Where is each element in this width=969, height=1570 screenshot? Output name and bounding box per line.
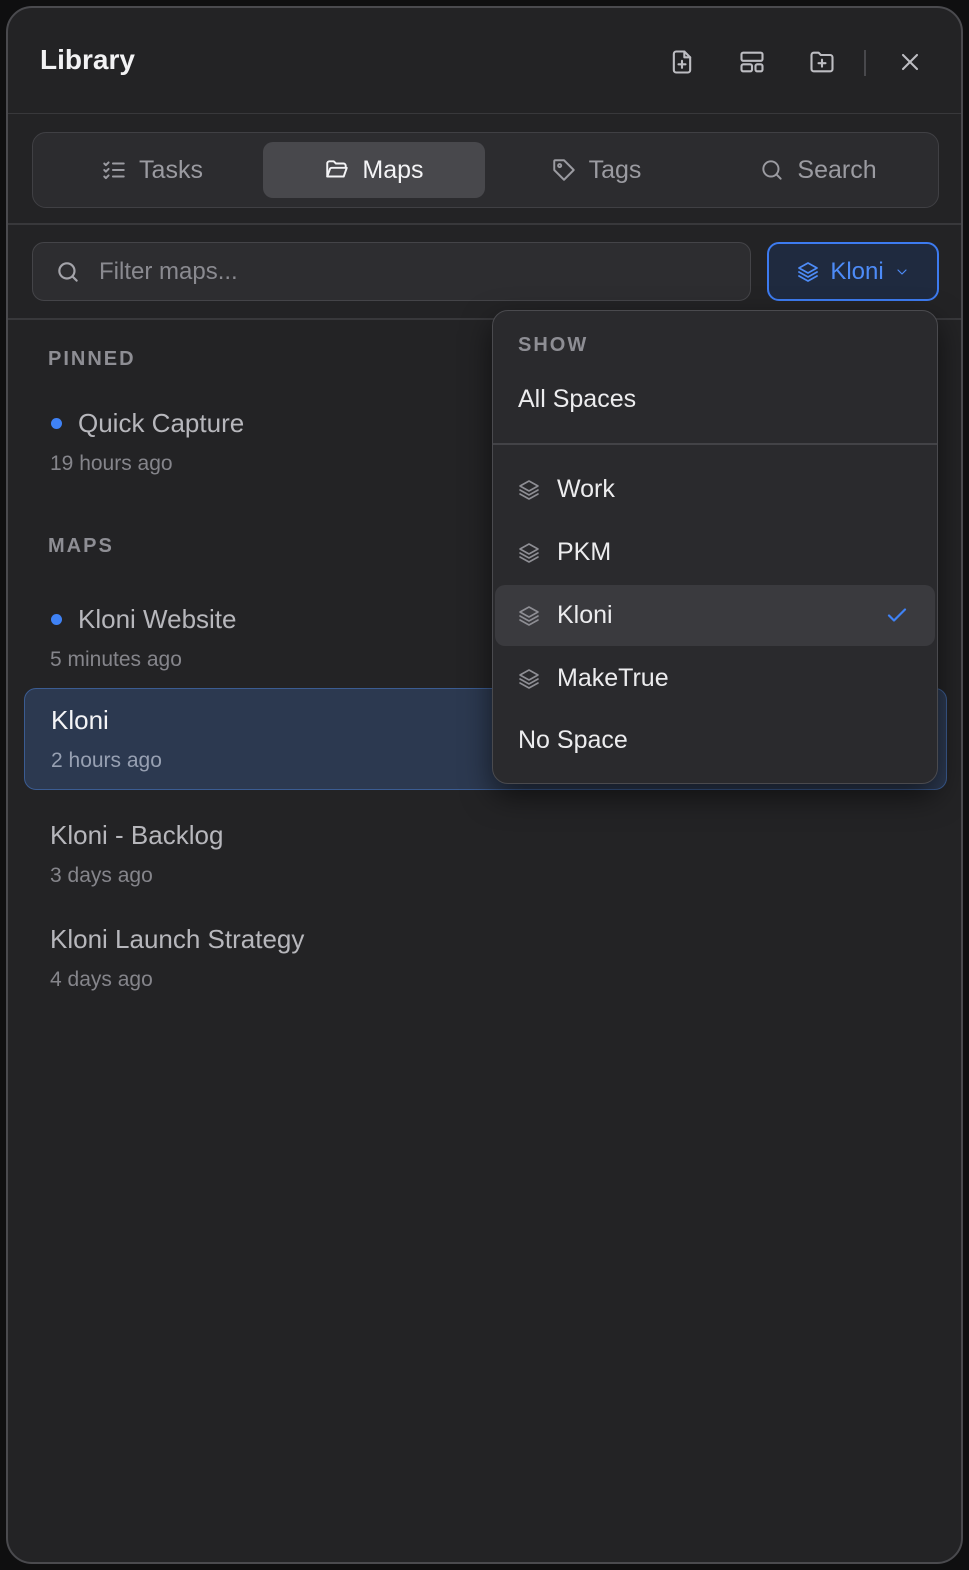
map-time: 4 days ago [50, 968, 153, 991]
tabs-divider [8, 223, 961, 225]
recent-dot [51, 418, 62, 429]
library-panel: Library Tasks Maps Tags Search Filter ma… [6, 6, 963, 1564]
space-option-kloni[interactable]: Kloni [495, 585, 935, 646]
map-time: 5 minutes ago [50, 648, 182, 671]
tab-tags[interactable]: Tags [485, 142, 707, 198]
new-folder-button[interactable] [804, 44, 840, 80]
tab-tasks[interactable]: Tasks [41, 142, 263, 198]
filter-maps-field [32, 242, 751, 301]
tab-search[interactable]: Search [707, 142, 929, 198]
dropdown-heading: SHOW [518, 334, 589, 356]
map-name: Kloni [51, 705, 109, 735]
layers-icon [798, 261, 819, 282]
tab-label: Search [797, 155, 877, 184]
space-option-label: Work [557, 475, 615, 503]
space-option-maketrue[interactable]: MakeTrue [495, 648, 935, 709]
search-icon [58, 261, 78, 282]
tab-label: Tags [588, 155, 642, 184]
space-option-pkm[interactable]: PKM [495, 522, 935, 583]
close-button[interactable] [892, 44, 928, 80]
new-map-button[interactable] [664, 44, 700, 80]
space-option-work[interactable]: Work [495, 459, 935, 520]
map-time: 3 days ago [50, 864, 153, 887]
pinned-heading: PINNED [48, 348, 136, 370]
list-item[interactable]: Kloni Launch Strategy 4 days ago [24, 908, 947, 1010]
layers-icon [519, 605, 539, 626]
space-option-label: PKM [557, 538, 612, 566]
maps-heading: MAPS [48, 535, 114, 557]
map-name: Kloni Launch Strategy [50, 924, 305, 954]
header-divider [864, 50, 866, 76]
template-button[interactable] [734, 44, 770, 80]
tab-maps[interactable]: Maps [263, 142, 485, 198]
map-name: Quick Capture [78, 408, 245, 438]
map-name: Kloni Website [78, 604, 237, 634]
dropdown-divider [493, 443, 937, 445]
no-space-option[interactable]: No Space [518, 726, 628, 755]
chevron-down-icon [897, 268, 907, 275]
filter-maps-input[interactable] [99, 257, 699, 286]
folder-open-icon [326, 160, 349, 178]
map-time: 19 hours ago [50, 452, 173, 475]
tag-icon [552, 159, 575, 181]
checklist-icon [103, 161, 125, 180]
checkmark-icon [887, 608, 907, 622]
library-header: Library [8, 8, 961, 114]
search-icon [762, 160, 783, 180]
space-selector-label: Kloni [830, 257, 884, 285]
library-tabs: Tasks Maps Tags Search [32, 132, 939, 208]
layers-icon [519, 479, 539, 500]
all-spaces-option[interactable]: All Spaces [518, 385, 636, 414]
space-option-label: MakeTrue [557, 664, 669, 692]
tab-label: Maps [362, 155, 424, 184]
layers-icon [519, 668, 539, 689]
space-selector-button[interactable]: Kloni [767, 242, 939, 301]
map-name: Kloni - Backlog [50, 820, 224, 850]
new-document-icon [672, 50, 692, 74]
tab-label: Tasks [139, 155, 203, 184]
recent-dot [51, 614, 62, 625]
close-icon [901, 53, 919, 71]
space-dropdown-menu: SHOW All Spaces Work PKM Kloni MakeTrue … [492, 310, 938, 784]
new-folder-icon [810, 51, 834, 73]
space-option-label: Kloni [557, 601, 613, 629]
layout-icon [740, 51, 764, 73]
layers-icon [519, 542, 539, 563]
list-item[interactable]: Kloni - Backlog 3 days ago [24, 804, 947, 906]
map-time: 2 hours ago [51, 749, 162, 772]
page-title: Library [40, 44, 135, 75]
